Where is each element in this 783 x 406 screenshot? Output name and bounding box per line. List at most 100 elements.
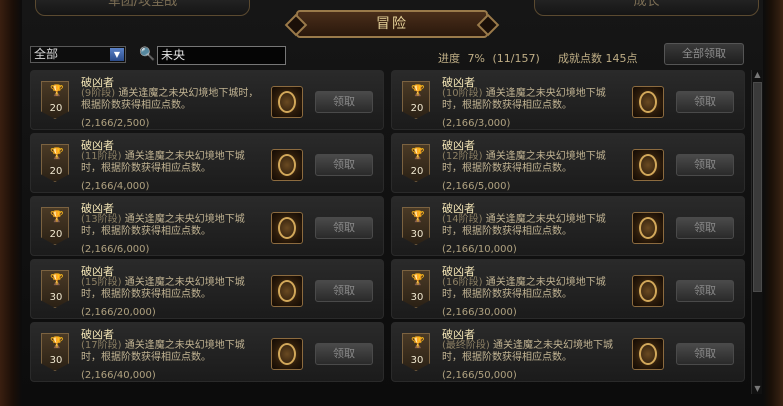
trophy-badge: 🏆 30 bbox=[41, 333, 69, 371]
achievement-description: (12阶段) 通关逢魔之未央幻境地下城时，根据阶数获得相应点数。 bbox=[442, 151, 622, 175]
achievement-card: 🏆 30 破凶者 (16阶段) 通关逢魔之未央幻境地下城时，根据阶数获得相应点数… bbox=[391, 259, 745, 319]
achievement-card: 🏆 30 破凶者 (15阶段) 通关逢魔之未央幻境地下城时，根据阶数获得相应点数… bbox=[30, 259, 384, 319]
achievement-progress-count: (2,166/2,500) bbox=[81, 118, 150, 129]
scroll-thumb[interactable] bbox=[753, 82, 762, 292]
achievement-card: 🏆 30 破凶者 (14阶段) 通关逢魔之未央幻境地下城时，根据阶数获得相应点数… bbox=[391, 196, 745, 256]
tab-growth[interactable]: 成长 bbox=[534, 0, 759, 16]
achievement-points-value: 30 bbox=[49, 292, 63, 303]
achievement-points-value: 30 bbox=[410, 292, 424, 303]
claim-button[interactable]: 领取 bbox=[676, 217, 734, 239]
achievement-stage: (12阶段) bbox=[442, 151, 483, 162]
achievement-progress-count: (2,166/10,000) bbox=[442, 244, 517, 255]
trophy-icon: 🏆 bbox=[411, 84, 425, 97]
achievement-progress-count: (2,166/50,000) bbox=[442, 370, 517, 381]
claim-button[interactable]: 领取 bbox=[315, 280, 373, 302]
reward-item-icon[interactable] bbox=[271, 86, 303, 118]
search-icon: 🔍 bbox=[139, 47, 156, 62]
achievement-description: (9阶段) 通关逢魔之未央幻境地下城时，根据阶数获得相应点数。 bbox=[81, 88, 261, 112]
reward-item-icon[interactable] bbox=[271, 149, 303, 181]
trophy-icon: 🏆 bbox=[50, 273, 64, 286]
achievement-card: 🏆 30 破凶者 (17阶段) 通关逢魔之未央幻境地下城时，根据阶数获得相应点数… bbox=[30, 322, 384, 382]
achievement-description: (11阶段) 通关逢魔之未央幻境地下城时，根据阶数获得相应点数。 bbox=[81, 151, 261, 175]
achievement-progress-count: (2,166/3,000) bbox=[442, 118, 511, 129]
reward-item-icon[interactable] bbox=[632, 338, 664, 370]
reward-item-icon[interactable] bbox=[632, 86, 664, 118]
claim-button[interactable]: 领取 bbox=[676, 91, 734, 113]
achievement-card: 🏆 20 破凶者 (13阶段) 通关逢魔之未央幻境地下城时，根据阶数获得相应点数… bbox=[30, 196, 384, 256]
category-dropdown[interactable]: 全部 ▼ bbox=[30, 46, 126, 63]
achievement-description: (14阶段) 通关逢魔之未央幻境地下城时，根据阶数获得相应点数。 bbox=[442, 214, 622, 238]
trophy-badge: 🏆 30 bbox=[402, 270, 430, 308]
achievement-points-value: 30 bbox=[410, 229, 424, 240]
achievement-progress-count: (2,166/6,000) bbox=[81, 244, 150, 255]
achievement-description: (15阶段) 通关逢魔之未央幻境地下城时，根据阶数获得相应点数。 bbox=[81, 277, 261, 301]
achievement-card: 🏆 20 破凶者 (9阶段) 通关逢魔之未央幻境地下城时，根据阶数获得相应点数。… bbox=[30, 70, 384, 130]
achievement-card: 🏆 20 破凶者 (10阶段) 通关逢魔之未央幻境地下城时，根据阶数获得相应点数… bbox=[391, 70, 745, 130]
achievement-stage: (15阶段) bbox=[81, 277, 122, 288]
achievement-stage: (10阶段) bbox=[442, 88, 483, 99]
achievement-progress-count: (2,166/4,000) bbox=[81, 181, 150, 192]
achievement-progress-count: (2,166/20,000) bbox=[81, 307, 156, 318]
reward-item-icon[interactable] bbox=[632, 212, 664, 244]
achievement-description: (13阶段) 通关逢魔之未央幻境地下城时，根据阶数获得相应点数。 bbox=[81, 214, 261, 238]
achievement-progress-count: (2,166/40,000) bbox=[81, 370, 156, 381]
progress-count: (11/157) bbox=[492, 52, 540, 65]
achievement-description: (最终阶段) 通关逢魔之未央幻境地下城时，根据阶数获得相应点数。 bbox=[442, 340, 622, 364]
trophy-badge: 🏆 20 bbox=[41, 207, 69, 245]
achievement-stage: (16阶段) bbox=[442, 277, 483, 288]
achievement-points-value: 20 bbox=[49, 103, 63, 114]
achievement-description: (16阶段) 通关逢魔之未央幻境地下城时，根据阶数获得相应点数。 bbox=[442, 277, 622, 301]
claim-all-button[interactable]: 全部领取 bbox=[664, 43, 744, 65]
reward-item-icon[interactable] bbox=[632, 149, 664, 181]
reward-item-icon[interactable] bbox=[271, 338, 303, 370]
claim-button[interactable]: 领取 bbox=[315, 154, 373, 176]
achievement-card: 🏆 20 破凶者 (11阶段) 通关逢魔之未央幻境地下城时，根据阶数获得相应点数… bbox=[30, 133, 384, 193]
achievement-description: (17阶段) 通关逢魔之未央幻境地下城时，根据阶数获得相应点数。 bbox=[81, 340, 261, 364]
achievement-list: 🏆 20 破凶者 (9阶段) 通关逢魔之未央幻境地下城时，根据阶数获得相应点数。… bbox=[30, 70, 750, 390]
search-input[interactable]: 未央 bbox=[157, 46, 286, 65]
chevron-down-icon[interactable]: ▼ bbox=[110, 48, 124, 61]
right-border-decoration bbox=[763, 0, 783, 406]
achievement-description: (10阶段) 通关逢魔之未央幻境地下城时，根据阶数获得相应点数。 bbox=[442, 88, 622, 112]
trophy-badge: 🏆 20 bbox=[41, 144, 69, 182]
achievement-stage: (14阶段) bbox=[442, 214, 483, 225]
achievement-stage: (9阶段) bbox=[81, 88, 116, 99]
trophy-badge: 🏆 30 bbox=[41, 270, 69, 308]
trophy-badge: 🏆 20 bbox=[402, 81, 430, 119]
achievement-stage: (11阶段) bbox=[81, 151, 122, 162]
claim-button[interactable]: 领取 bbox=[676, 343, 734, 365]
achievement-card: 🏆 20 破凶者 (12阶段) 通关逢魔之未央幻境地下城时，根据阶数获得相应点数… bbox=[391, 133, 745, 193]
left-border-decoration bbox=[0, 0, 22, 406]
reward-item-icon[interactable] bbox=[632, 275, 664, 307]
achievement-points-value: 20 bbox=[49, 229, 63, 240]
claim-button[interactable]: 领取 bbox=[315, 91, 373, 113]
achievement-points-value: 20 bbox=[49, 166, 63, 177]
trophy-icon: 🏆 bbox=[50, 210, 64, 223]
claim-button[interactable]: 领取 bbox=[315, 217, 373, 239]
trophy-icon: 🏆 bbox=[50, 84, 64, 97]
trophy-icon: 🏆 bbox=[411, 147, 425, 160]
achievement-points-value: 20 bbox=[410, 103, 424, 114]
trophy-icon: 🏆 bbox=[411, 336, 425, 349]
achievement-progress-count: (2,166/5,000) bbox=[442, 181, 511, 192]
achievement-stage: (13阶段) bbox=[81, 214, 122, 225]
tab-adventure-active[interactable]: 冒险 bbox=[296, 10, 488, 38]
tab-legion-siege[interactable]: 军团/攻坚战 bbox=[35, 0, 250, 16]
scrollbar[interactable]: ▲ ▼ bbox=[751, 70, 762, 394]
reward-item-icon[interactable] bbox=[271, 212, 303, 244]
achievement-progress-count: (2,166/30,000) bbox=[442, 307, 517, 318]
achievement-points: 成就点数 145点 bbox=[558, 52, 638, 65]
scroll-down-arrow-icon[interactable]: ▼ bbox=[752, 384, 763, 394]
trophy-badge: 🏆 20 bbox=[41, 81, 69, 119]
category-selected-value: 全部 bbox=[34, 47, 59, 61]
trophy-badge: 🏆 30 bbox=[402, 333, 430, 371]
trophy-badge: 🏆 20 bbox=[402, 144, 430, 182]
reward-item-icon[interactable] bbox=[271, 275, 303, 307]
progress-percent: 7% bbox=[467, 52, 485, 65]
achievement-window: 军团/攻坚战 成长 冒险 全部 ▼ 🔍 未央 进度 7% (11/157) 成就… bbox=[0, 0, 783, 406]
trophy-icon: 🏆 bbox=[50, 147, 64, 160]
claim-button[interactable]: 领取 bbox=[676, 280, 734, 302]
claim-button[interactable]: 领取 bbox=[315, 343, 373, 365]
scroll-up-arrow-icon[interactable]: ▲ bbox=[752, 70, 763, 80]
claim-button[interactable]: 领取 bbox=[676, 154, 734, 176]
